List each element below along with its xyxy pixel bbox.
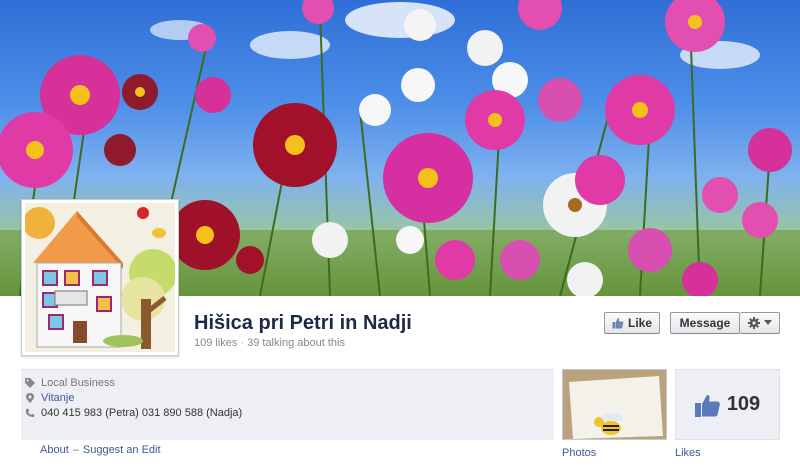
like-label: Like [627,316,652,330]
likes-count-text[interactable]: 109 likes [194,337,237,349]
profile-picture[interactable] [21,199,179,356]
category-text: Local Business [41,377,115,389]
page-stats: 109 likes · 39 talking about this [194,337,345,349]
likes-tile[interactable]: 109 [675,369,780,440]
photos-thumbnail [563,370,666,439]
location-row: Vitanje [25,392,74,404]
pin-icon [26,393,34,403]
stats-separator: · [240,337,245,349]
likes-count: 109 [726,393,761,415]
settings-dropdown-button[interactable] [740,312,780,334]
photos-link[interactable]: Photos [562,447,596,459]
link-separator: – [72,444,79,456]
gear-icon [747,317,760,329]
category-row: Local Business [25,377,115,389]
chevron-down-icon [763,320,772,325]
thumbs-up-icon [694,394,720,417]
phone-icon [26,408,35,418]
like-button[interactable]: Like [604,312,660,334]
tag-icon [25,378,35,388]
about-links: About – Suggest an Edit [40,444,161,456]
phone-row: 040 415 983 (Petra) 031 890 588 (Nadja) [25,407,242,419]
likes-link[interactable]: Likes [675,447,701,459]
message-label: Message [679,316,731,330]
suggest-edit-link[interactable]: Suggest an Edit [83,444,161,456]
page-info-box: Local Business Vitanje 040 415 983 (Petr… [21,369,554,440]
phone-text: 040 415 983 (Petra) 031 890 588 (Nadja) [41,407,243,419]
talking-about-text[interactable]: 39 talking about this [247,337,345,349]
message-button[interactable]: Message [670,312,740,334]
house-drawing [25,203,175,352]
about-link[interactable]: About [40,444,69,456]
page-title[interactable]: Hišica pri Petri in Nadji [194,312,412,335]
thumbs-up-icon [612,318,624,329]
photos-tile[interactable] [562,369,667,440]
location-link[interactable]: Vitanje [41,392,74,404]
